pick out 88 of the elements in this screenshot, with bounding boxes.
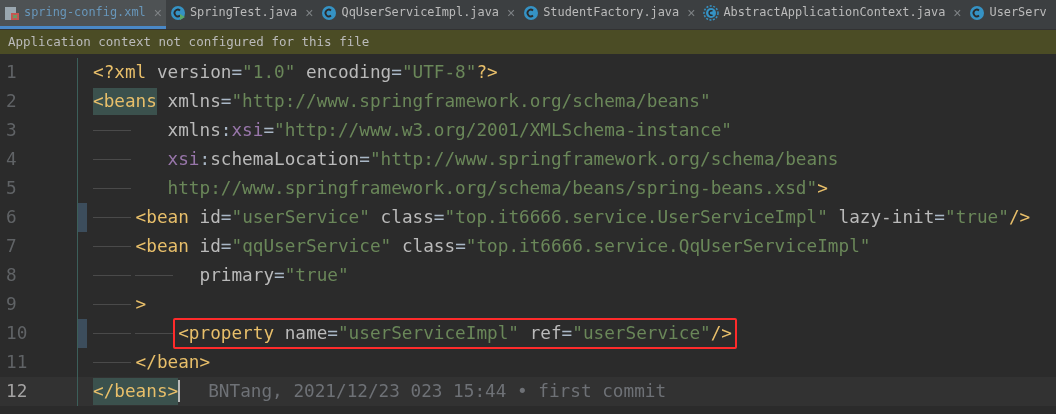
code-token: id: [199, 235, 221, 259]
code-token: id: [199, 206, 221, 230]
code-token: =: [274, 264, 285, 288]
close-icon[interactable]: ×: [506, 2, 516, 24]
notification-text: Application context not configured for this file: [8, 32, 370, 51]
code-token: lazy-init: [838, 206, 935, 230]
line-number: 12: [5, 380, 29, 404]
code-token: "userService": [231, 206, 370, 230]
code-token: >: [817, 177, 828, 201]
code-token: <?xml: [93, 61, 147, 85]
code-token: <bean: [135, 206, 189, 230]
editor-tab[interactable]: AbstractApplicationContext.java ×: [699, 0, 966, 29]
code-token: schemaLocation: [210, 148, 360, 172]
code-token: "top.it6666.service.QqUserServiceImpl": [465, 235, 871, 259]
close-icon[interactable]: ×: [305, 2, 314, 24]
code-token: =: [263, 119, 275, 143]
code-token: name: [284, 323, 328, 344]
code-token: "userService": [572, 323, 711, 344]
code-token: <bean: [135, 235, 189, 259]
code-token: http://www.springframework.org/schema/beans/spring-beans.xsd": [167, 177, 818, 201]
editor-tab[interactable]: UserServ: [965, 0, 1051, 29]
code-token: "http://www.w3.org/2001/XMLSchema-instance": [274, 119, 732, 143]
editor-tab[interactable]: spring-config.xml ×: [0, 0, 166, 29]
code-token: =: [433, 206, 445, 230]
close-icon[interactable]: ×: [687, 2, 696, 24]
code-token: xsi: [231, 119, 264, 143]
code-token: =: [934, 206, 945, 230]
line-number: 6: [5, 206, 18, 230]
class-icon: [523, 5, 540, 21]
code-token: xsi: [167, 148, 200, 172]
editor-tab[interactable]: StudentFactory.java ×: [519, 0, 700, 29]
xml-file-icon: [4, 5, 20, 21]
code-token: "userServiceImpl": [337, 323, 519, 344]
text-cursor: [178, 380, 181, 403]
editor-tab[interactable]: SpringTest.java ×: [165, 0, 318, 29]
code-token: "qqUserService": [231, 235, 392, 259]
code-token: class: [401, 235, 456, 259]
code-token: =: [561, 323, 573, 344]
close-icon[interactable]: ×: [153, 2, 162, 24]
abstract-class-icon: [703, 5, 720, 21]
code-token: "1.0": [242, 61, 296, 85]
code-token: encoding: [306, 61, 392, 85]
line-number: 2: [5, 90, 18, 114]
code-token: >: [135, 293, 147, 317]
matched-tag: <beans: [93, 88, 157, 115]
code-token: />: [710, 323, 732, 344]
line-number: 1: [5, 61, 18, 85]
code-token: ?>: [476, 61, 498, 85]
code-token: xmlns: [167, 119, 221, 143]
matched-tag: </beans>: [93, 378, 179, 405]
line-number: 11: [5, 351, 29, 375]
editor-tab[interactable]: QqUserServiceImpl.java ×: [317, 0, 520, 29]
code-token: <property: [178, 323, 275, 344]
class-icon: [321, 5, 338, 21]
class-run-icon: [169, 5, 186, 21]
code-token: "UTF-8": [401, 61, 477, 85]
line-number: 5: [5, 177, 18, 201]
line-number: 8: [5, 264, 18, 288]
code-token: class: [380, 206, 434, 230]
code-token: "top.it6666.service.UserServiceImpl": [444, 206, 828, 230]
code-token: =: [220, 206, 232, 230]
code-token: =: [455, 235, 466, 259]
code-token: =: [231, 61, 243, 85]
code-token: =: [359, 148, 370, 172]
close-icon[interactable]: ×: [953, 2, 962, 24]
code-token: =: [391, 61, 402, 85]
code-token: "http://www.springframework.org/schema/beans": [231, 90, 711, 114]
line-number: 7: [5, 235, 18, 259]
code-token: =: [220, 235, 232, 259]
code-token: version: [156, 61, 232, 85]
line-number: 3: [5, 119, 18, 143]
code-token: "true": [945, 206, 1009, 230]
line-number: 10: [5, 322, 29, 346]
code-token: "true": [284, 264, 349, 288]
code-token: </bean>: [135, 351, 211, 375]
code-token: =: [220, 90, 232, 114]
class-icon: [969, 5, 986, 21]
code-token: :: [199, 148, 211, 172]
line-number: 4: [5, 148, 18, 172]
blame-annotation: BNTang, 2021/12/23 023 15:44 • first commit: [208, 380, 667, 404]
code-token: primary: [199, 264, 275, 288]
code-token: xmlns: [167, 90, 221, 114]
code-token: ref: [529, 323, 562, 344]
line-number: 9: [5, 293, 18, 317]
code-token: />: [1008, 206, 1031, 230]
code-token: "http://www.springframework.org/schema/beans: [369, 148, 839, 172]
code-token: =: [327, 323, 338, 344]
code-token: :: [220, 119, 232, 143]
